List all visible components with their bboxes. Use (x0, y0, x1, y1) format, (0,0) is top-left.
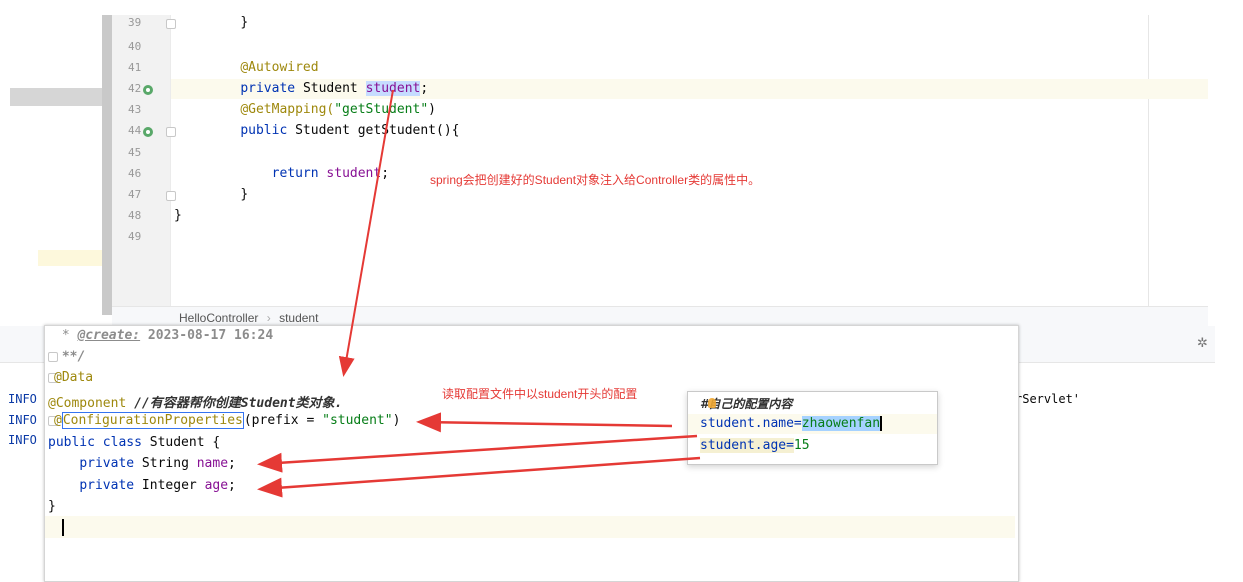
config-key-age: student.age= (700, 438, 794, 453)
left-gray-strip (10, 88, 112, 106)
config-value-age: 15 (793, 438, 810, 453)
config-key-name: student.name= (700, 416, 802, 431)
getmapping-annotation: @GetMapping( (240, 102, 335, 117)
configuration-properties-annotation[interactable]: ConfigurationProperties (61, 412, 244, 429)
popup-caret (880, 416, 883, 431)
return-type: Student (295, 123, 350, 138)
top-editor: 39 40 41 42 43 44 45 46 47 48 49 } @Auto… (112, 14, 1208, 306)
age-field: age (204, 478, 229, 493)
injection-note: spring会把创建好的Student对象注入给Controller类的属性中。 (430, 173, 761, 187)
name-field: name (196, 456, 229, 471)
line-number: 41 (128, 61, 142, 74)
bean-navigation-icon[interactable] (142, 126, 154, 138)
breadcrumb-field[interactable]: student (279, 311, 318, 325)
config-popup: #自己的配置内容 student.name=zhaowenfan student… (687, 391, 938, 465)
fold-marker-icon[interactable] (166, 19, 176, 29)
breadcrumb-separator-icon: › (266, 311, 271, 325)
student-reference: student (326, 166, 382, 181)
class-close-brace: } (48, 499, 56, 514)
doc-line-create: * @create: 2023-08-17 16:24 (54, 328, 273, 343)
data-annotation: @Data (54, 370, 94, 385)
config-args: (prefix = (243, 413, 323, 428)
code-line-name-field: private String name; (79, 456, 236, 471)
prefix-string: "student" (322, 413, 393, 428)
code-line-age-field: private Integer age; (79, 478, 236, 493)
type-string: String (134, 456, 197, 471)
editor-left-border (102, 15, 112, 315)
code-line-42: private Student student; (209, 81, 428, 96)
code-line-48: } (174, 208, 182, 223)
breadcrumb-class[interactable]: HelloController (179, 311, 258, 325)
bulb-icon[interactable] (708, 398, 716, 408)
code-line-close: } (48, 499, 56, 514)
log-level: INFO (8, 413, 37, 427)
config-read-note: 读取配置文件中以student开头的配置 (442, 387, 638, 401)
line-number: 43 (128, 103, 142, 116)
keyword-public: public (240, 123, 288, 138)
code-line-47: } (209, 187, 248, 202)
settings-gear-icon[interactable]: ✲ (1197, 336, 1208, 351)
doc-tag: @create: (77, 328, 141, 343)
config-line-name: student.name=zhaowenfan (700, 416, 883, 431)
type-integer: Integer (134, 478, 205, 493)
code-line-39: } (209, 15, 248, 30)
paren-close: ) (392, 413, 401, 428)
method-getstudent: getStudent(){ (357, 123, 460, 138)
code-line-config: @ConfigurationProperties(prefix = "stude… (54, 412, 401, 429)
class-keyword: public class (48, 435, 142, 450)
caret-line-highlight (45, 516, 1015, 538)
student-field[interactable]: student (365, 81, 421, 96)
doc-prefix: * (54, 328, 78, 343)
closing-brace: } (240, 187, 249, 202)
closing-brace: } (240, 15, 249, 30)
fold-marker-icon[interactable] (166, 127, 176, 137)
code-line-43: @GetMapping("getStudent") (209, 102, 436, 117)
bean-injection-icon[interactable] (142, 84, 154, 96)
semicolon: ; (420, 81, 429, 96)
fold-marker-icon[interactable] (166, 191, 176, 201)
line-number: 39 (128, 16, 142, 29)
log-level: INFO (8, 392, 37, 406)
line-number: 40 (128, 40, 142, 53)
component-comment: //有容器帮你创建Student类对象. (134, 396, 343, 411)
code-line-data: @Data (54, 370, 93, 385)
paren-close: ) (428, 102, 436, 117)
mapping-string: "getStudent" (334, 102, 429, 117)
text-caret (62, 519, 64, 536)
log-level: INFO (8, 433, 37, 447)
code-line-44: public Student getStudent(){ (209, 123, 459, 138)
doc-date: 2023-08-17 16:24 (140, 328, 274, 343)
keyword-return: return (271, 166, 319, 181)
log-right-text: rServlet' (1015, 392, 1081, 406)
config-line-age: student.age=15 (700, 438, 810, 453)
keyword-private: private (79, 478, 135, 493)
class-closing-brace: } (174, 208, 182, 223)
line-number: 49 (128, 230, 142, 243)
component-annotation: @Component (48, 396, 127, 411)
left-yellow-strip (38, 250, 112, 266)
doc-line-end: **/ (54, 349, 86, 364)
code-line-46: return student; (209, 166, 389, 181)
type-student: Student (302, 81, 358, 96)
config-value-name[interactable]: zhaowenfan (801, 416, 881, 431)
line-number: 46 (128, 167, 142, 180)
keyword-private: private (79, 456, 135, 471)
line-number: 45 (128, 146, 142, 159)
breadcrumb: HelloController › student (179, 311, 318, 325)
annotation-at: @ (54, 413, 62, 428)
line-number: 48 (128, 209, 142, 222)
doc-end: **/ (54, 349, 86, 364)
code-line-class: public class Student { (48, 435, 220, 450)
code-line-component: @Component //有容器帮你创建Student类对象. (48, 392, 342, 411)
semicolon: ; (381, 166, 390, 181)
code-line-41: @Autowired (209, 60, 319, 75)
line-number: 47 (128, 188, 142, 201)
class-name: Student { (141, 435, 221, 450)
autowired-annotation: @Autowired (240, 60, 319, 75)
keyword-private: private (240, 81, 296, 96)
